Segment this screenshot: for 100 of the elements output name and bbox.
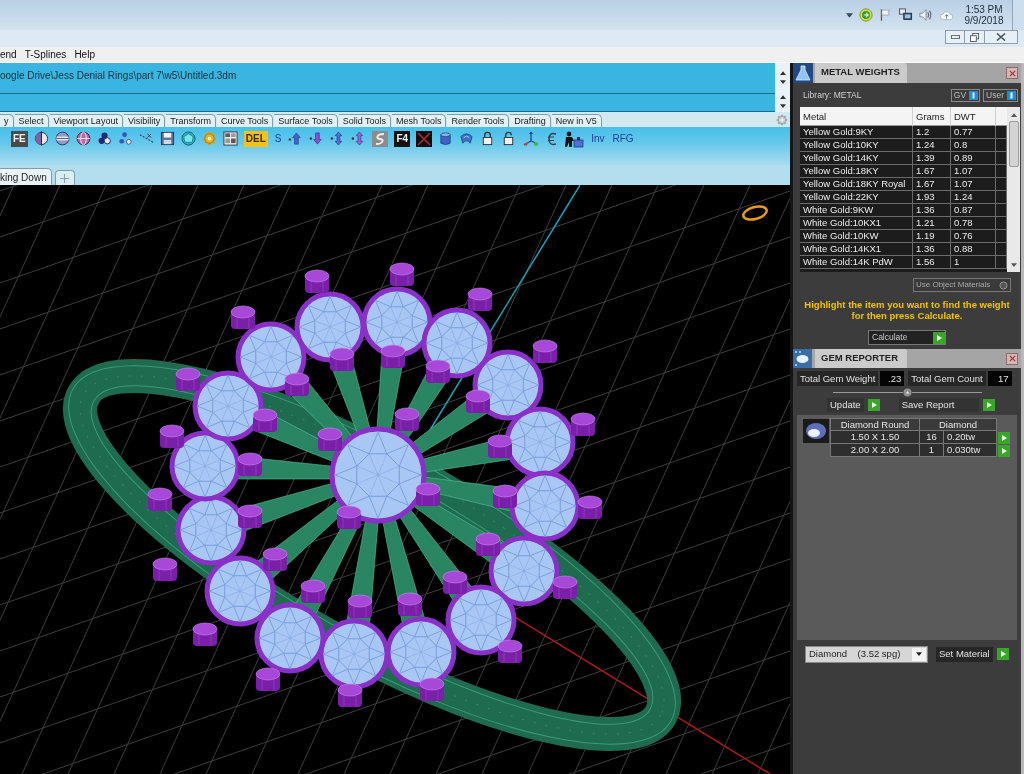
toolbar-tab[interactable]: Solid Tools (338, 114, 392, 127)
minimize-button[interactable] (945, 30, 965, 44)
menu-item[interactable]: end (0, 49, 17, 60)
close-button[interactable] (1006, 67, 1018, 79)
table-row[interactable]: Yellow Gold:22KY 1.93 1.24 (800, 191, 1007, 204)
stat-value: .23 (880, 371, 905, 386)
ball-icon[interactable] (180, 131, 196, 146)
play-icon[interactable] (982, 399, 995, 411)
table-row[interactable]: Yellow Gold:14KY 1.39 0.89 (800, 152, 1007, 165)
toolbar-tab[interactable]: Mesh Tools (392, 114, 447, 127)
toolbar-tab[interactable]: Visibility (123, 114, 166, 127)
curve-tile-icon[interactable] (372, 131, 389, 147)
library-toggle[interactable]: GV (950, 88, 981, 102)
gear-icon[interactable] (201, 131, 217, 146)
play-icon[interactable] (867, 399, 880, 411)
toolbar-button[interactable]: RFG (611, 131, 635, 147)
toolbar-tab[interactable]: Viewport Layout (49, 114, 123, 127)
line-icon[interactable] (138, 131, 154, 146)
close-window-button[interactable] (985, 30, 1018, 44)
globe-icon[interactable] (75, 131, 91, 146)
table-row[interactable]: Yellow Gold:10KY 1.24 0.8 (800, 139, 1007, 152)
table-cell: White Gold:14KX1 (800, 243, 913, 255)
toolbar-tab[interactable]: Surface Tools (274, 114, 338, 127)
plus-icon (60, 173, 70, 183)
table-row[interactable]: Yellow Gold:9KY 1.2 0.77 (800, 126, 1007, 139)
table-row[interactable]: White Gold:14KX1 1.36 0.88 (800, 243, 1007, 256)
column-header: Diamond (920, 418, 997, 431)
toolbar-button[interactable]: DEL (243, 131, 268, 147)
play-icon[interactable] (933, 331, 945, 344)
table-cell: 2.00 X 2.00 (830, 444, 920, 457)
set-material-button[interactable]: Set Material (936, 646, 993, 662)
update-button[interactable]: Update (827, 398, 864, 412)
split-circle-icon[interactable] (33, 131, 49, 146)
play-icon[interactable] (996, 648, 1009, 660)
toolbar-button[interactable]: FE (11, 131, 28, 147)
play-icon[interactable] (998, 444, 1010, 457)
scrollbar-track[interactable] (1007, 107, 1020, 272)
table-row[interactable]: Yellow Gold:18KY 1.67 1.07 (800, 165, 1007, 178)
circles-icon[interactable] (96, 131, 112, 146)
table-row[interactable]: Yellow Gold:18KY Royal 1.67 1.07 (800, 178, 1007, 191)
ribbon-icon[interactable] (459, 131, 475, 146)
axes-icon[interactable] (522, 131, 541, 147)
down-arrow-icon[interactable] (1010, 263, 1017, 267)
viewport-tab[interactable]: king Down (0, 168, 52, 185)
use-object-materials-button[interactable]: Use Object Materials (913, 278, 1011, 292)
table-cell: 1.07 (951, 178, 996, 190)
viewport[interactable] (0, 185, 790, 774)
toolbar-tab[interactable]: y (0, 114, 14, 127)
menu-item[interactable]: T-Splines (24, 49, 67, 60)
up-arrow-icon[interactable] (288, 131, 304, 146)
close-button[interactable] (1006, 352, 1018, 365)
table-row[interactable]: White Gold:10KX1 1.21 0.78 (800, 217, 1007, 230)
toolbar-button[interactable]: F4 (394, 131, 411, 147)
table-icon[interactable] (222, 131, 238, 146)
cylinder-icon[interactable] (438, 131, 454, 146)
table-cell: 16 (920, 431, 944, 444)
euro-icon[interactable] (546, 131, 559, 147)
table-row[interactable]: White Gold:9KW 1.36 0.87 (800, 204, 1007, 217)
table-cell: 0.89 (951, 152, 996, 164)
table-cell: Yellow Gold:14KY (800, 152, 913, 164)
toolbar-tab[interactable]: Curve Tools (216, 114, 274, 127)
ring-icon (742, 205, 768, 221)
scrollbar-thumb[interactable] (1008, 121, 1019, 167)
close-icon (1008, 69, 1016, 77)
close-icon (1008, 355, 1016, 362)
toolbar-tab[interactable]: Transform (166, 114, 216, 127)
play-icon[interactable] (998, 431, 1010, 444)
up-arrow-icon (779, 94, 786, 99)
speaker-icon[interactable] (919, 8, 933, 22)
network-icon[interactable] (898, 8, 913, 22)
column-header: Diamond Round (830, 418, 920, 431)
table-cell: 1.19 (913, 230, 951, 242)
toolbar-tab[interactable]: Select (14, 114, 49, 127)
down-arrow-icon[interactable] (309, 131, 325, 146)
person-icon[interactable] (564, 131, 585, 148)
save-icon[interactable] (159, 131, 175, 146)
toolbar-tab[interactable]: Drafting (510, 114, 551, 127)
library-toggle[interactable]: User (983, 88, 1018, 102)
gem-tile-icon (793, 349, 812, 368)
menu-item[interactable]: Help (74, 49, 95, 60)
toolbar-button[interactable]: Inv (590, 131, 606, 147)
circle-arrow-icon[interactable] (859, 8, 873, 22)
restore-button[interactable] (965, 30, 985, 44)
table-row[interactable]: White Gold:14K PdW 1.56 1 (800, 256, 1007, 269)
cross-tile-icon[interactable] (416, 131, 433, 147)
calculate-button[interactable]: Calculate (868, 330, 946, 345)
flag-icon[interactable] (879, 8, 892, 22)
drag-handle-icon[interactable] (902, 387, 912, 397)
table-row[interactable]: White Gold:10KW 1.19 0.76 (800, 230, 1007, 243)
toolbar-tab[interactable]: New in V5 (551, 114, 602, 127)
caret-down-icon[interactable] (846, 12, 853, 18)
up-arrow-icon[interactable] (1010, 113, 1017, 117)
save-report-button[interactable]: Save Report (898, 398, 979, 412)
toolbar-button[interactable]: S (273, 131, 283, 147)
cloud-upload-icon[interactable] (939, 8, 954, 22)
toolbar-tab[interactable]: Render Tools (447, 114, 510, 127)
sphere-icon[interactable] (54, 131, 70, 146)
dots-icon[interactable] (117, 131, 133, 146)
material-dropdown[interactable]: Diamond (3.52 spg) (805, 645, 928, 663)
down-arrow-icon (779, 79, 786, 84)
